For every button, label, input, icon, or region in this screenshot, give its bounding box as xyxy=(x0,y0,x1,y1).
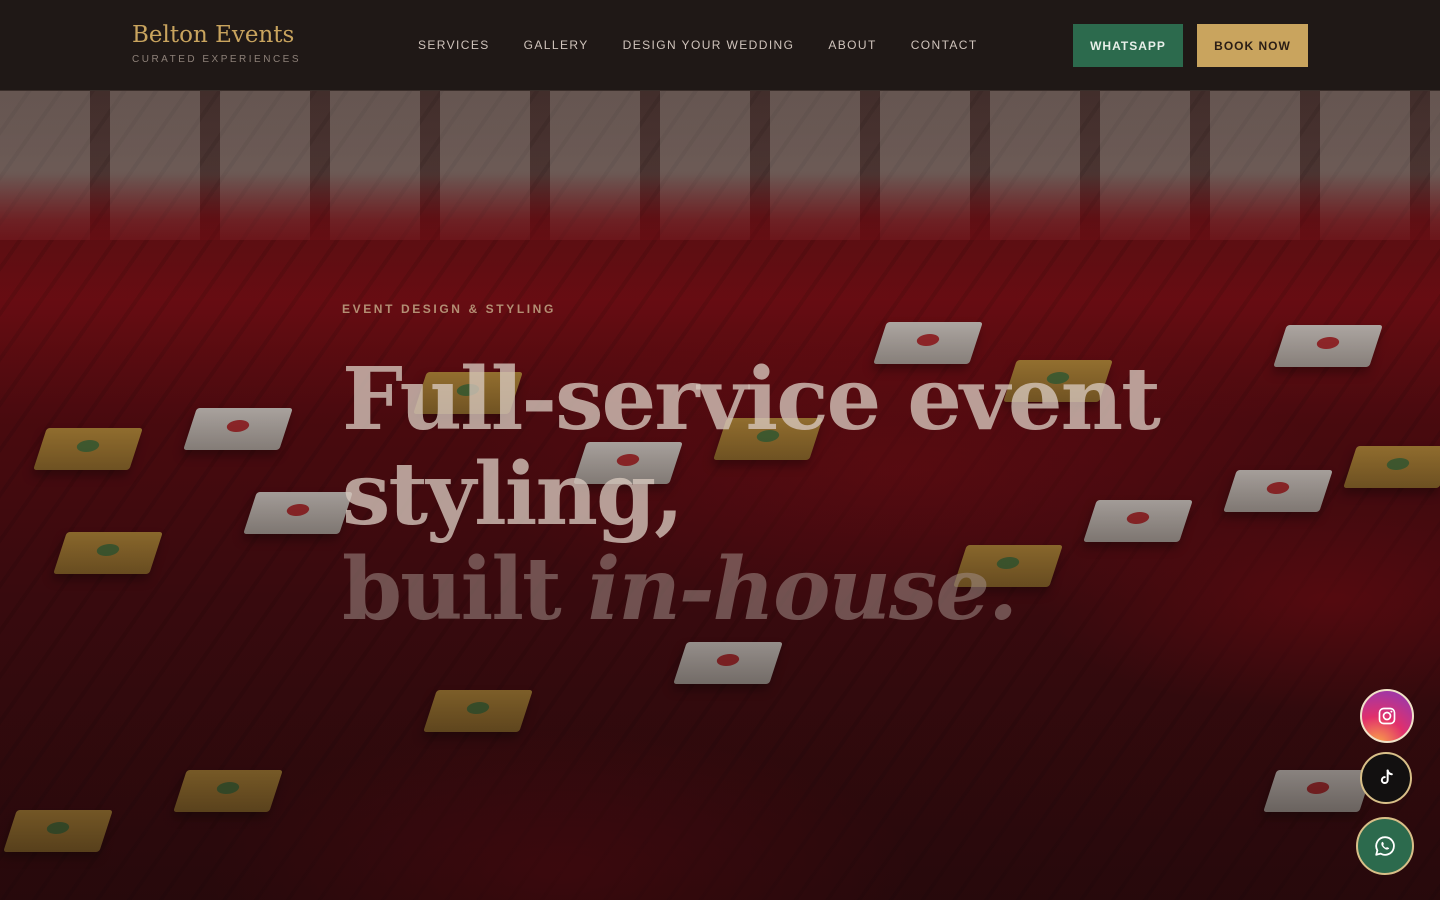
instagram-icon xyxy=(1378,707,1396,725)
headline-line-1: Full-service event xyxy=(342,349,1161,450)
instagram-button[interactable] xyxy=(1360,689,1414,743)
nav-item-design-your-wedding[interactable]: DESIGN YOUR WEDDING xyxy=(623,38,795,52)
headline-line-3: built in-house. xyxy=(342,542,1159,637)
whatsapp-floating-button[interactable] xyxy=(1356,817,1414,875)
page: Belton Events CURATED EXPERIENCES SERVIC… xyxy=(0,0,1440,900)
nav-item-services[interactable]: SERVICES xyxy=(418,38,490,52)
main-nav: SERVICES GALLERY DESIGN YOUR WEDDING ABO… xyxy=(418,38,978,52)
brand-logo[interactable]: Belton Events CURATED EXPERIENCES xyxy=(132,22,301,65)
brand-tagline: CURATED EXPERIENCES xyxy=(132,54,302,65)
headline-line-2: styling, xyxy=(342,444,684,545)
nav-item-contact[interactable]: CONTACT xyxy=(911,38,978,52)
site-header: Belton Events CURATED EXPERIENCES SERVIC… xyxy=(0,0,1440,91)
whatsapp-button[interactable]: WHATSAPP xyxy=(1073,24,1183,67)
hero-headline: Full-service event styling, built in-hou… xyxy=(342,349,1161,637)
book-now-button[interactable]: BOOK NOW xyxy=(1197,24,1308,67)
headline-italic-text: in-house. xyxy=(587,539,1018,640)
nav-item-about[interactable]: ABOUT xyxy=(828,38,876,52)
tiktok-button[interactable] xyxy=(1360,752,1412,804)
hero-eyebrow: EVENT DESIGN & STYLING xyxy=(342,302,556,316)
tiktok-icon xyxy=(1380,769,1393,784)
whatsapp-icon xyxy=(1375,836,1395,856)
nav-item-gallery[interactable]: GALLERY xyxy=(524,38,589,52)
brand-name: Belton Events xyxy=(132,22,295,48)
headline-plain-text: built xyxy=(342,539,588,640)
